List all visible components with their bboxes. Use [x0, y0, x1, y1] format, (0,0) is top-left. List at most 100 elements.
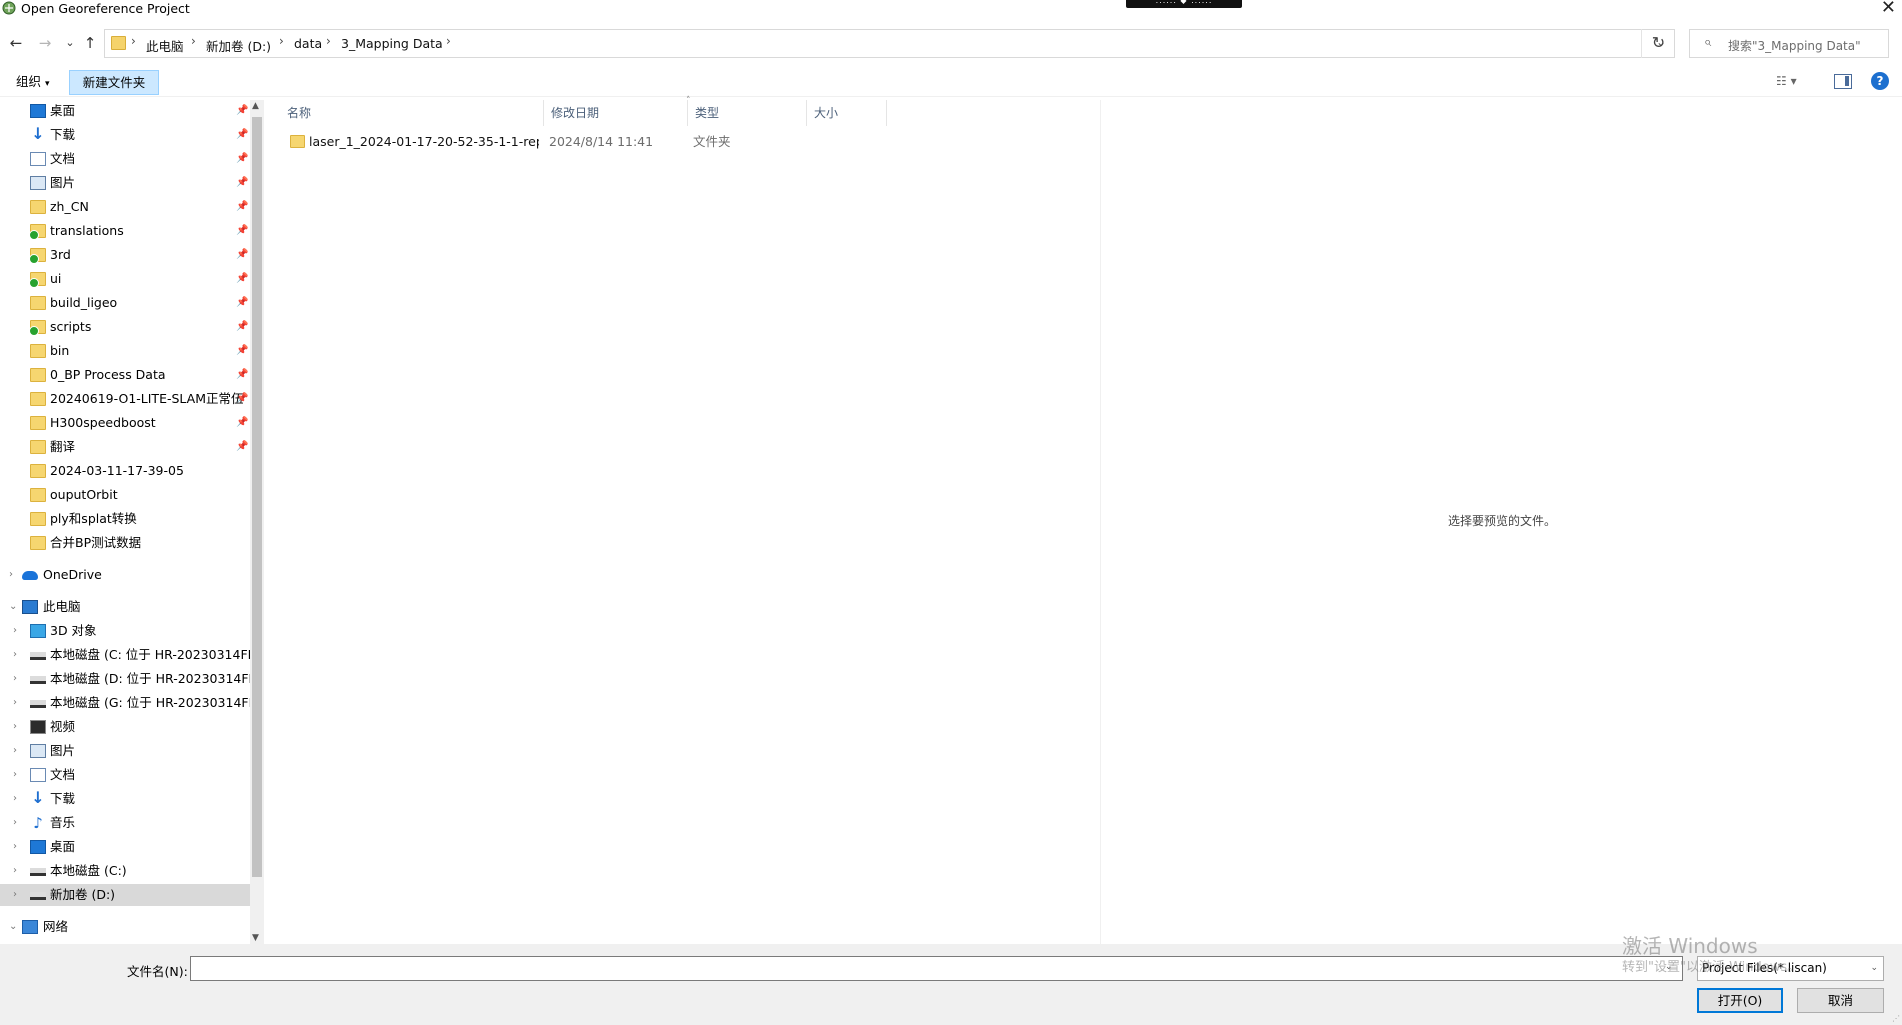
breadcrumb-separator[interactable]: › — [131, 34, 136, 48]
chevron-right-icon[interactable]: › — [13, 812, 17, 834]
breadcrumb-separator[interactable]: › — [326, 34, 331, 48]
pin-icon[interactable]: 📌 — [236, 292, 248, 314]
sidebar-item-this-pc-child[interactable]: › 本地磁盘 (D: 位于 HR-20230314FMI — [0, 668, 250, 690]
sidebar-item-this-pc[interactable]: ⌄ 此电脑 — [0, 596, 250, 618]
sidebar-item-this-pc-child[interactable]: › 视频 — [0, 716, 250, 738]
sidebar-item-this-pc-child[interactable]: › 本地磁盘 (G: 位于 HR-20230314FMI — [0, 692, 250, 714]
pin-icon[interactable]: 📌 — [236, 172, 248, 194]
back-button[interactable]: ← — [5, 32, 27, 54]
breadcrumb-separator[interactable]: › — [191, 34, 196, 48]
breadcrumb-separator[interactable]: › — [446, 34, 451, 48]
recent-locations-button[interactable]: ⌄ — [59, 32, 81, 54]
pin-icon[interactable]: 📌 — [236, 196, 248, 218]
sidebar-item-quick-access[interactable]: ↓ 下载 📌 — [0, 124, 250, 146]
sidebar-item-quick-access[interactable]: 翻译 📌 — [0, 436, 250, 458]
chevron-down-icon[interactable]: ⌄ — [9, 596, 17, 618]
sidebar-item-quick-access[interactable]: scripts 📌 — [0, 316, 250, 338]
sidebar-item-this-pc-child[interactable]: › 文档 — [0, 764, 250, 786]
refresh-button[interactable]: ↻ — [1641, 29, 1675, 58]
chevron-right-icon[interactable]: › — [13, 668, 17, 690]
new-folder-button[interactable]: 新建文件夹 — [69, 70, 159, 95]
chevron-right-icon[interactable]: › — [13, 788, 17, 810]
sidebar-item-quick-access[interactable]: 3rd 📌 — [0, 244, 250, 266]
column-header-size[interactable]: 大小 — [807, 100, 887, 126]
help-icon[interactable]: ? — [1871, 72, 1889, 90]
preview-pane-icon[interactable] — [1834, 74, 1852, 89]
sidebar-item-quick-access[interactable]: 桌面 📌 — [0, 100, 250, 122]
navigation-scrollbar[interactable]: ▲ ▼ — [250, 100, 264, 944]
sidebar-item-quick-access[interactable]: 图片 📌 — [0, 172, 250, 194]
sidebar-item-this-pc-child[interactable]: › 图片 — [0, 740, 250, 762]
sidebar-item-quick-access[interactable]: 20240619-O1-LITE-SLAM正常伍 📌 — [0, 388, 250, 410]
sidebar-item-this-pc-child[interactable]: › 本地磁盘 (C: 位于 HR-20230314FMI — [0, 644, 250, 666]
chevron-right-icon[interactable]: › — [13, 716, 17, 738]
up-button[interactable]: ↑ — [79, 32, 101, 54]
column-header-type[interactable]: 类型 — [688, 100, 807, 126]
sidebar-item-quick-access[interactable]: 0_BP Process Data 📌 — [0, 364, 250, 386]
pin-icon[interactable]: 📌 — [236, 436, 248, 458]
chevron-right-icon[interactable]: › — [13, 836, 17, 858]
sidebar-item-quick-access[interactable]: ouputOrbit — [0, 484, 250, 506]
sidebar-item-this-pc-child[interactable]: › ↓ 下载 — [0, 788, 250, 810]
table-row[interactable]: laser_1_2024-01-17-20-52-35-1-1-rep... 2… — [283, 131, 823, 153]
column-header-date[interactable]: 修改日期 — [544, 100, 688, 126]
navigation-pane[interactable]: 桌面 📌 ↓ 下载 📌 文档 📌 图片 📌 zh_CN 📌 translations 📌 3rd 📌 ui 📌 b… — [0, 100, 264, 944]
chevron-right-icon[interactable]: › — [13, 860, 17, 882]
scrollbar-thumb[interactable] — [252, 117, 262, 877]
pin-icon[interactable]: 📌 — [236, 316, 248, 338]
sidebar-item-network[interactable]: ⌄ 网络 — [0, 916, 250, 938]
search-input[interactable]: ⌕ 搜索"3_Mapping Data" — [1689, 29, 1889, 58]
chevron-right-icon[interactable]: › — [9, 564, 13, 586]
open-button[interactable]: 打开(O) — [1697, 988, 1783, 1013]
column-header-name[interactable]: 名称 — [280, 100, 544, 126]
view-options-icon[interactable]: ☷ ▾ — [1776, 74, 1816, 92]
sidebar-item-onedrive[interactable]: › OneDrive — [0, 564, 250, 586]
chevron-down-icon[interactable]: ⌄ — [9, 916, 17, 938]
chevron-right-icon[interactable]: › — [13, 620, 17, 642]
pin-icon[interactable]: 📌 — [236, 220, 248, 242]
organize-menu-button[interactable]: 组织 ▾ — [6, 70, 60, 94]
pin-icon[interactable]: 📌 — [236, 100, 248, 122]
sidebar-item-quick-access[interactable]: build_ligeo 📌 — [0, 292, 250, 314]
sidebar-item-quick-access[interactable]: translations 📌 — [0, 220, 250, 242]
pin-icon[interactable]: 📌 — [236, 268, 248, 290]
forward-button[interactable]: → — [34, 32, 56, 54]
sidebar-item-quick-access[interactable]: ui 📌 — [0, 268, 250, 290]
filename-field[interactable] — [190, 956, 1683, 981]
sidebar-item-quick-access[interactable]: 2024-03-11-17-39-05 — [0, 460, 250, 482]
sidebar-item-quick-access[interactable]: ply和splat转换 — [0, 508, 250, 530]
chevron-right-icon[interactable]: › — [13, 764, 17, 786]
sidebar-item-this-pc-child[interactable]: › 桌面 — [0, 836, 250, 858]
breadcrumb-separator[interactable]: › — [279, 34, 284, 48]
sidebar-item-this-pc-child[interactable]: › ♪ 音乐 — [0, 812, 250, 834]
pin-icon[interactable]: 📌 — [236, 244, 248, 266]
ime-indicator[interactable]: ...... ◆ ...... — [1126, 0, 1242, 8]
close-button[interactable]: ✕ — [1881, 0, 1896, 18]
chevron-right-icon[interactable]: › — [13, 644, 17, 666]
sidebar-item-this-pc-child[interactable]: › 本地磁盘 (C:) — [0, 860, 250, 882]
chevron-right-icon[interactable]: › — [13, 692, 17, 714]
pin-icon[interactable]: 📌 — [236, 388, 248, 410]
pin-icon[interactable]: 📌 — [236, 148, 248, 170]
pin-icon[interactable]: 📌 — [236, 364, 248, 386]
chevron-right-icon[interactable]: › — [13, 884, 17, 906]
breadcrumb-drive-d[interactable]: 新加卷 (D:) — [206, 36, 271, 55]
sidebar-item-quick-access[interactable]: zh_CN 📌 — [0, 196, 250, 218]
file-list[interactable]: ˄ 名称 修改日期 类型 大小 laser_1_2024-01-17-20-52… — [280, 96, 1100, 944]
address-bar[interactable]: › 此电脑 › 新加卷 (D:) › data › 3_Mapping Data… — [104, 29, 1675, 58]
breadcrumb-mapping-data[interactable]: 3_Mapping Data — [341, 36, 443, 51]
sidebar-item-quick-access[interactable]: bin 📌 — [0, 340, 250, 362]
resize-grip-icon[interactable]: ⋰ — [1892, 1014, 1900, 1023]
sidebar-item-this-pc-child[interactable]: › 新加卷 (D:) — [0, 884, 250, 906]
scroll-up-icon[interactable]: ▲ — [252, 101, 259, 111]
breadcrumb-this-pc[interactable]: 此电脑 — [146, 36, 184, 55]
sidebar-item-quick-access[interactable]: 合并BP测试数据 — [0, 532, 250, 554]
pin-icon[interactable]: 📌 — [236, 412, 248, 434]
chevron-right-icon[interactable]: › — [13, 740, 17, 762]
sidebar-item-quick-access[interactable]: H300speedboost 📌 — [0, 412, 250, 434]
pin-icon[interactable]: 📌 — [236, 340, 248, 362]
sidebar-item-quick-access[interactable]: 文档 📌 — [0, 148, 250, 170]
pin-icon[interactable]: 📌 — [236, 124, 248, 146]
sidebar-item-this-pc-child[interactable]: › 3D 对象 — [0, 620, 250, 642]
scroll-down-icon[interactable]: ▼ — [252, 933, 259, 943]
